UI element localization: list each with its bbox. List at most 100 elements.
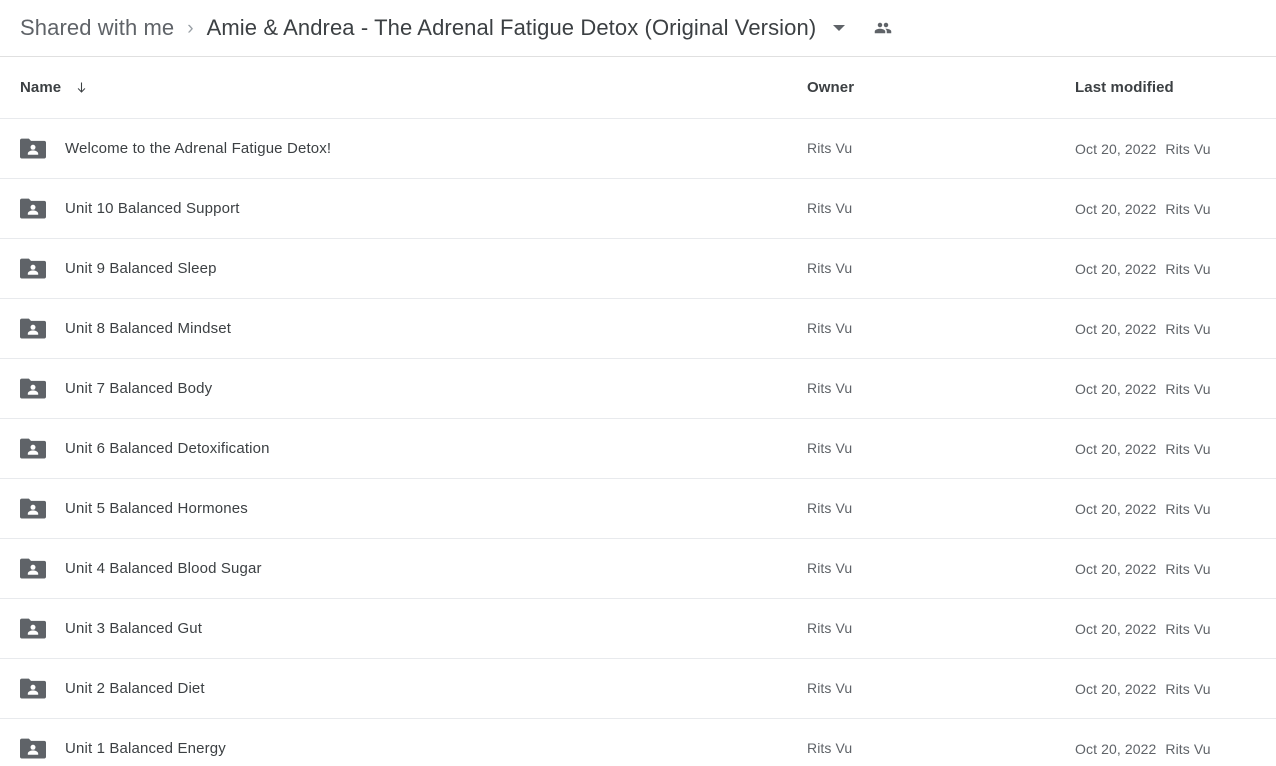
shared-folder-icon [20,738,46,760]
column-header-last-modified[interactable]: Last modified [1075,79,1276,96]
table-row[interactable]: Unit 7 Balanced Body Rits Vu Oct 20, 202… [0,359,1276,419]
modified-by-label: Rits Vu [1165,260,1211,277]
cell-name: Unit 3 Balanced Gut [0,618,807,640]
cell-last-modified: Oct 20, 2022 Rits Vu [1075,441,1276,457]
owner-label: Rits Vu [807,379,853,396]
cell-last-modified: Oct 20, 2022 Rits Vu [1075,381,1276,397]
modified-date-label: Oct 20, 2022 [1075,620,1157,637]
shared-folder-icon [20,498,46,520]
table-row[interactable]: Welcome to the Adrenal Fatigue Detox! Ri… [0,119,1276,179]
owner-label: Rits Vu [807,739,853,756]
cell-name: Unit 6 Balanced Detoxification [0,438,807,460]
modified-date-label: Oct 20, 2022 [1075,440,1157,457]
owner-label: Rits Vu [807,319,853,336]
file-name-label: Welcome to the Adrenal Fatigue Detox! [65,140,332,157]
cell-owner: Rits Vu [807,560,1075,578]
breadcrumb-item-shared-with-me[interactable]: Shared with me [20,15,174,41]
modified-date-label: Oct 20, 2022 [1075,320,1157,337]
shared-folder-icon [20,678,46,700]
table-row[interactable]: Unit 3 Balanced Gut Rits Vu Oct 20, 2022… [0,599,1276,659]
owner-label: Rits Vu [807,439,853,456]
owner-label: Rits Vu [807,199,853,216]
cell-name: Unit 8 Balanced Mindset [0,318,807,340]
breadcrumb-separator-icon: › [187,17,194,39]
cell-owner: Rits Vu [807,260,1075,278]
file-name-label: Unit 1 Balanced Energy [65,740,226,757]
shared-folder-icon [20,198,46,220]
table-row[interactable]: Unit 1 Balanced Energy Rits Vu Oct 20, 2… [0,719,1276,766]
owner-label: Rits Vu [807,679,853,696]
file-name-label: Unit 2 Balanced Diet [65,680,205,697]
modified-date-label: Oct 20, 2022 [1075,560,1157,577]
cell-owner: Rits Vu [807,620,1075,638]
cell-owner: Rits Vu [807,500,1075,518]
modified-date-label: Oct 20, 2022 [1075,740,1157,757]
owner-label: Rits Vu [807,259,853,276]
file-name-label: Unit 3 Balanced Gut [65,620,203,637]
cell-name: Unit 5 Balanced Hormones [0,498,807,520]
file-name-label: Unit 8 Balanced Mindset [65,320,232,337]
cell-last-modified: Oct 20, 2022 Rits Vu [1075,681,1276,697]
cell-owner: Rits Vu [807,140,1075,158]
modified-by-label: Rits Vu [1165,620,1211,637]
file-name-label: Unit 4 Balanced Blood Sugar [65,560,262,577]
modified-by-label: Rits Vu [1165,320,1211,337]
modified-by-label: Rits Vu [1165,500,1211,517]
table-row[interactable]: Unit 10 Balanced Support Rits Vu Oct 20,… [0,179,1276,239]
table-row[interactable]: Unit 4 Balanced Blood Sugar Rits Vu Oct … [0,539,1276,599]
modified-by-label: Rits Vu [1165,200,1211,217]
shared-folder-icon [20,438,46,460]
owner-label: Rits Vu [807,619,853,636]
file-name-label: Unit 10 Balanced Support [65,200,240,217]
cell-owner: Rits Vu [807,320,1075,338]
table-header-row: Name Owner Last modified [0,57,1276,119]
column-header-name[interactable]: Name [0,79,807,96]
shared-folder-icon [20,618,46,640]
modified-by-label: Rits Vu [1165,140,1211,157]
breadcrumb-item-current-folder[interactable]: Amie & Andrea - The Adrenal Fatigue Deto… [207,15,817,41]
file-name-label: Unit 7 Balanced Body [65,380,213,397]
cell-last-modified: Oct 20, 2022 Rits Vu [1075,321,1276,337]
file-list-table: Name Owner Last modified Welcome to the … [0,57,1276,766]
table-body: Welcome to the Adrenal Fatigue Detox! Ri… [0,119,1276,766]
cell-name: Unit 2 Balanced Diet [0,678,807,700]
file-name-label: Unit 6 Balanced Detoxification [65,440,270,457]
modified-by-label: Rits Vu [1165,440,1211,457]
column-header-owner[interactable]: Owner [807,79,1075,97]
table-row[interactable]: Unit 5 Balanced Hormones Rits Vu Oct 20,… [0,479,1276,539]
modified-date-label: Oct 20, 2022 [1075,140,1157,157]
modified-date-label: Oct 20, 2022 [1075,380,1157,397]
owner-label: Rits Vu [807,139,853,156]
cell-last-modified: Oct 20, 2022 Rits Vu [1075,741,1276,757]
cell-name: Welcome to the Adrenal Fatigue Detox! [0,138,807,160]
table-row[interactable]: Unit 8 Balanced Mindset Rits Vu Oct 20, … [0,299,1276,359]
table-row[interactable]: Unit 6 Balanced Detoxification Rits Vu O… [0,419,1276,479]
shared-folder-icon [20,138,46,160]
modified-date-label: Oct 20, 2022 [1075,500,1157,517]
cell-owner: Rits Vu [807,380,1075,398]
shared-folder-icon [20,558,46,580]
modified-date-label: Oct 20, 2022 [1075,200,1157,217]
table-row[interactable]: Unit 9 Balanced Sleep Rits Vu Oct 20, 20… [0,239,1276,299]
cell-last-modified: Oct 20, 2022 Rits Vu [1075,501,1276,517]
cell-name: Unit 7 Balanced Body [0,378,807,400]
table-row[interactable]: Unit 2 Balanced Diet Rits Vu Oct 20, 202… [0,659,1276,719]
people-icon[interactable] [872,19,894,37]
owner-label: Rits Vu [807,499,853,516]
owner-label: Rits Vu [807,559,853,576]
cell-name: Unit 1 Balanced Energy [0,738,807,760]
cell-name: Unit 4 Balanced Blood Sugar [0,558,807,580]
cell-last-modified: Oct 20, 2022 Rits Vu [1075,621,1276,637]
modified-by-label: Rits Vu [1165,740,1211,757]
cell-owner: Rits Vu [807,440,1075,458]
cell-owner: Rits Vu [807,200,1075,218]
modified-date-label: Oct 20, 2022 [1075,680,1157,697]
shared-folder-icon [20,318,46,340]
shared-folder-icon [20,378,46,400]
chevron-down-icon[interactable] [833,25,846,31]
arrow-down-icon[interactable] [74,79,89,96]
file-name-label: Unit 5 Balanced Hormones [65,500,248,517]
file-name-label: Unit 9 Balanced Sleep [65,260,217,277]
breadcrumb-bar: Shared with me › Amie & Andrea - The Adr… [0,0,1276,57]
modified-date-label: Oct 20, 2022 [1075,260,1157,277]
